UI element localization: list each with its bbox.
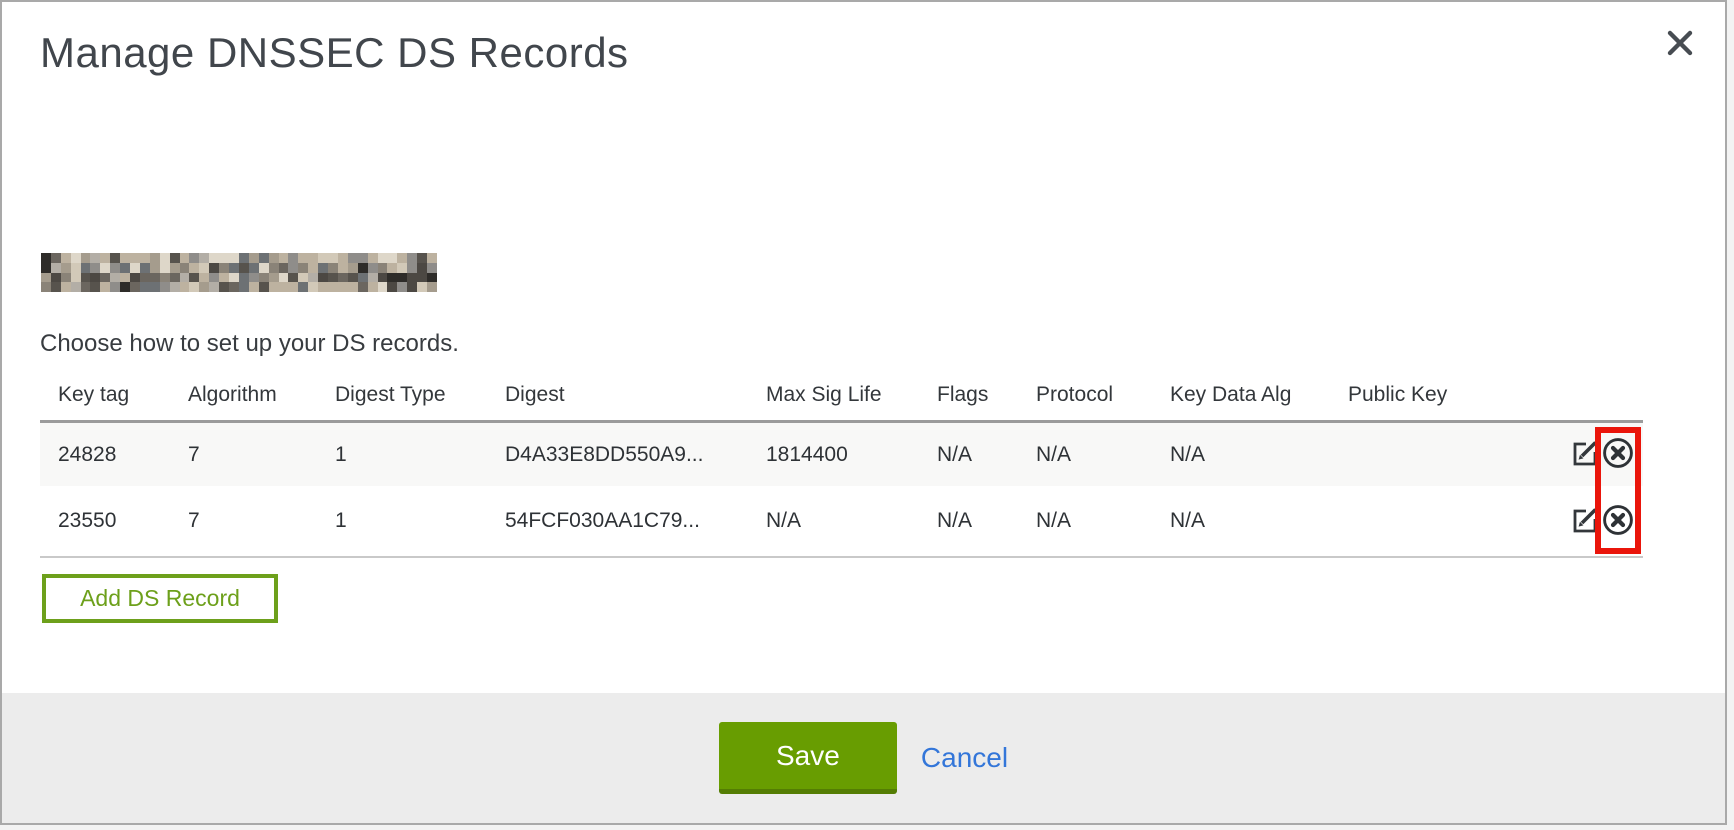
cell-digest: 54FCF030AA1C79... — [505, 486, 700, 556]
edit-record-button[interactable] — [1570, 505, 1600, 538]
col-header-flags: Flags — [937, 370, 988, 420]
cancel-button[interactable]: Cancel — [921, 742, 1008, 774]
col-header-digest-type: Digest Type — [335, 370, 446, 420]
close-button[interactable] — [1662, 26, 1698, 62]
table-bottom-border — [40, 556, 1643, 558]
cell-protocol: N/A — [1036, 423, 1071, 486]
col-header-digest: Digest — [505, 370, 565, 420]
delete-circle-x-icon — [1601, 436, 1635, 473]
col-header-public-key: Public Key — [1348, 370, 1447, 420]
delete-record-button[interactable] — [1601, 503, 1635, 540]
cell-digest-type: 1 — [335, 423, 347, 486]
delete-circle-x-icon — [1601, 503, 1635, 540]
cell-digest: D4A33E8DD550A9... — [505, 423, 703, 486]
table-row: 24828 7 1 D4A33E8DD550A9... 1814400 N/A … — [40, 423, 1643, 486]
ds-records-table: Key tag Algorithm Digest Type Digest Max… — [40, 370, 1643, 558]
table-row: 23550 7 1 54FCF030AA1C79... N/A N/A N/A … — [40, 486, 1643, 556]
dialog-title: Manage DNSSEC DS Records — [40, 29, 629, 77]
save-button[interactable]: Save — [719, 722, 897, 794]
close-x-icon — [1666, 29, 1694, 60]
col-header-protocol: Protocol — [1036, 370, 1113, 420]
col-header-key-data-alg: Key Data Alg — [1170, 370, 1291, 420]
cell-key-data-alg: N/A — [1170, 486, 1205, 556]
cell-algorithm: 7 — [188, 423, 200, 486]
cell-protocol: N/A — [1036, 486, 1071, 556]
col-header-max-sig-life: Max Sig Life — [766, 370, 882, 420]
edit-pencil-icon — [1570, 505, 1600, 538]
delete-record-button[interactable] — [1601, 436, 1635, 473]
cell-algorithm: 7 — [188, 486, 200, 556]
table-header-row: Key tag Algorithm Digest Type Digest Max… — [40, 370, 1643, 420]
instruction-text: Choose how to set up your DS records. — [40, 330, 459, 358]
manage-dnssec-dialog: Manage DNSSEC DS Records Choose how to s… — [0, 0, 1727, 825]
col-header-algorithm: Algorithm — [188, 370, 277, 420]
col-header-key-tag: Key tag — [58, 370, 129, 420]
edit-record-button[interactable] — [1570, 438, 1600, 471]
cell-key-tag: 23550 — [58, 486, 116, 556]
cell-max-sig-life: N/A — [766, 486, 801, 556]
cell-key-data-alg: N/A — [1170, 423, 1205, 486]
add-ds-record-button[interactable]: Add DS Record — [42, 574, 278, 623]
cell-max-sig-life: 1814400 — [766, 423, 848, 486]
cell-key-tag: 24828 — [58, 423, 116, 486]
redacted-domain-name — [41, 253, 437, 292]
edit-pencil-icon — [1570, 438, 1600, 471]
cell-flags: N/A — [937, 423, 972, 486]
dialog-footer: Save Cancel — [2, 693, 1725, 823]
cell-flags: N/A — [937, 486, 972, 556]
cell-digest-type: 1 — [335, 486, 347, 556]
